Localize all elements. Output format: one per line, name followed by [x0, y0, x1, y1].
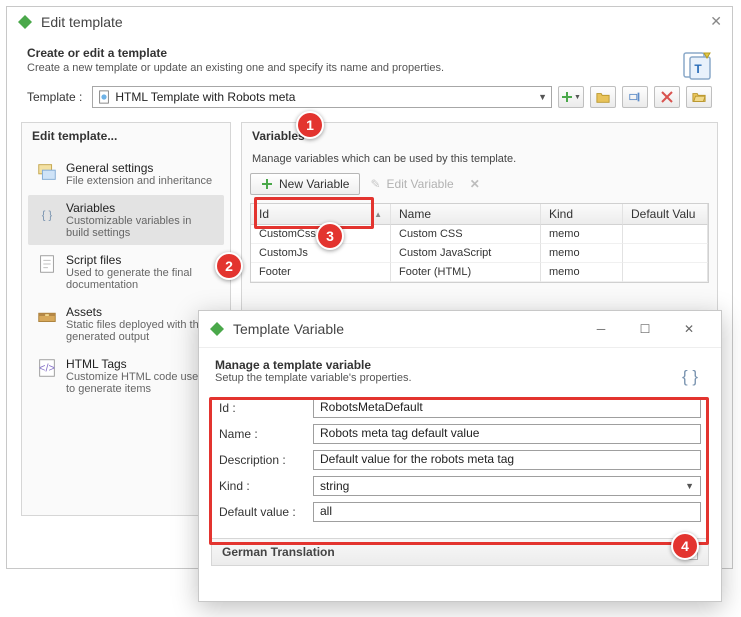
- titlebar: Template Variable ─ ☐ ✕: [199, 311, 721, 348]
- dialog-section-title: Manage a template variable: [215, 358, 705, 372]
- plus-icon: [561, 91, 573, 103]
- delete-template-button[interactable]: [654, 86, 680, 108]
- callout-4: 4: [671, 532, 699, 560]
- accordion-label: German Translation: [222, 545, 335, 559]
- chevron-down-icon: ▼: [538, 92, 547, 102]
- description-label: Description :: [219, 453, 313, 467]
- table-row[interactable]: CustomJsCustom JavaScriptmemo: [251, 244, 708, 263]
- edit-variable-button[interactable]: ✎ Edit Variable ✕: [370, 177, 479, 191]
- callout-1: 1: [296, 111, 324, 139]
- add-template-button[interactable]: ▼: [558, 86, 584, 108]
- kind-select[interactable]: string▼: [313, 476, 701, 496]
- page-icon: [97, 90, 111, 104]
- diamond-icon: [209, 321, 225, 337]
- section-desc: Create a new template or update an exist…: [27, 62, 712, 74]
- nav-item-variables[interactable]: { } VariablesCustomizable variables in b…: [28, 195, 224, 245]
- left-panel-head: Edit template...: [22, 123, 230, 149]
- nav-item-scripts[interactable]: Script filesUsed to generate the final d…: [28, 247, 224, 297]
- folder-icon: [596, 90, 610, 104]
- chevron-down-icon: ▼: [685, 481, 694, 491]
- rename-icon: [628, 90, 642, 104]
- diamond-icon: [17, 14, 33, 30]
- id-label: Id :: [219, 401, 313, 415]
- default-label: Default value :: [219, 505, 313, 519]
- name-field[interactable]: Robots meta tag default value: [313, 424, 701, 444]
- pencil-icon: ✎: [370, 177, 380, 191]
- dialog-section-head: Manage a template variable Setup the tem…: [199, 348, 721, 390]
- kind-label: Kind :: [219, 479, 313, 493]
- titlebar: Edit template ✕: [7, 7, 732, 36]
- nav-item-general[interactable]: General settingsFile extension and inher…: [28, 155, 224, 193]
- templates-icon: T: [682, 49, 714, 81]
- german-translation-accordion[interactable]: German Translation ˄: [211, 538, 709, 566]
- template-variable-window: Template Variable ─ ☐ ✕ Manage a templat…: [198, 310, 722, 602]
- template-label: Template :: [27, 90, 82, 104]
- assets-icon: [36, 305, 58, 327]
- dialog-section-desc: Setup the template variable's properties…: [215, 372, 705, 384]
- svg-text:{ }: { }: [682, 367, 698, 386]
- open-template-button[interactable]: [686, 86, 712, 108]
- right-panel-sub: Manage variables which can be used by th…: [242, 149, 717, 165]
- default-value-field[interactable]: all: [313, 502, 701, 522]
- description-field[interactable]: Default value for the robots meta tag: [313, 450, 701, 470]
- table-row[interactable]: FooterFooter (HTML)memo: [251, 263, 708, 282]
- section-header: Create or edit a template Create a new t…: [7, 36, 732, 74]
- callout-3: 3: [316, 222, 344, 250]
- nav-item-htmltags[interactable]: </> HTML TagsCustomize HTML code used to…: [28, 351, 224, 401]
- sort-icon: ▲: [374, 210, 382, 219]
- variables-toolbar: New Variable ✎ Edit Variable ✕: [242, 165, 717, 203]
- section-title: Create or edit a template: [27, 46, 712, 60]
- minimize-button[interactable]: ─: [579, 317, 623, 341]
- col-default[interactable]: Default Valu: [623, 204, 708, 225]
- col-name[interactable]: Name: [391, 204, 541, 225]
- edit-variable-label: Edit Variable: [387, 177, 454, 191]
- delete-variable-icon[interactable]: ✕: [470, 177, 480, 191]
- template-value: HTML Template with Robots meta: [115, 90, 538, 104]
- close-icon[interactable]: ✕: [710, 13, 722, 30]
- maximize-button[interactable]: ☐: [623, 317, 667, 341]
- grid-header: Id▲ Name Kind Default Valu: [251, 204, 708, 225]
- new-variable-button[interactable]: New Variable: [250, 173, 360, 195]
- window-title: Template Variable: [233, 321, 579, 337]
- new-variable-label: New Variable: [279, 177, 349, 191]
- braces-icon: { }: [673, 355, 707, 389]
- callout-2: 2: [215, 252, 243, 280]
- nav-item-assets[interactable]: AssetsStatic files deployed with the gen…: [28, 299, 224, 349]
- svg-text:T: T: [694, 62, 702, 76]
- braces-icon: { }: [36, 201, 58, 223]
- plus-icon: [261, 178, 273, 190]
- col-id[interactable]: Id▲: [251, 204, 391, 225]
- name-label: Name :: [219, 427, 313, 441]
- svg-text:{ }: { }: [42, 209, 53, 221]
- chevron-down-icon: ▼: [574, 94, 581, 101]
- delete-icon: [661, 91, 673, 103]
- copy-template-button[interactable]: [590, 86, 616, 108]
- folder-open-icon: [692, 90, 706, 104]
- svg-text:</>: </>: [39, 363, 55, 375]
- id-field[interactable]: RobotsMetaDefault: [313, 398, 701, 418]
- settings-icon: [36, 161, 58, 183]
- close-button[interactable]: ✕: [667, 317, 711, 341]
- html-tags-icon: </>: [36, 357, 58, 379]
- template-row: Template : HTML Template with Robots met…: [7, 74, 732, 116]
- col-kind[interactable]: Kind: [541, 204, 623, 225]
- rename-template-button[interactable]: [622, 86, 648, 108]
- script-icon: [36, 253, 58, 275]
- variable-form: Id :RobotsMetaDefault Name :Robots meta …: [199, 390, 721, 536]
- window-title: Edit template: [41, 14, 710, 30]
- template-select[interactable]: HTML Template with Robots meta ▼: [92, 86, 552, 108]
